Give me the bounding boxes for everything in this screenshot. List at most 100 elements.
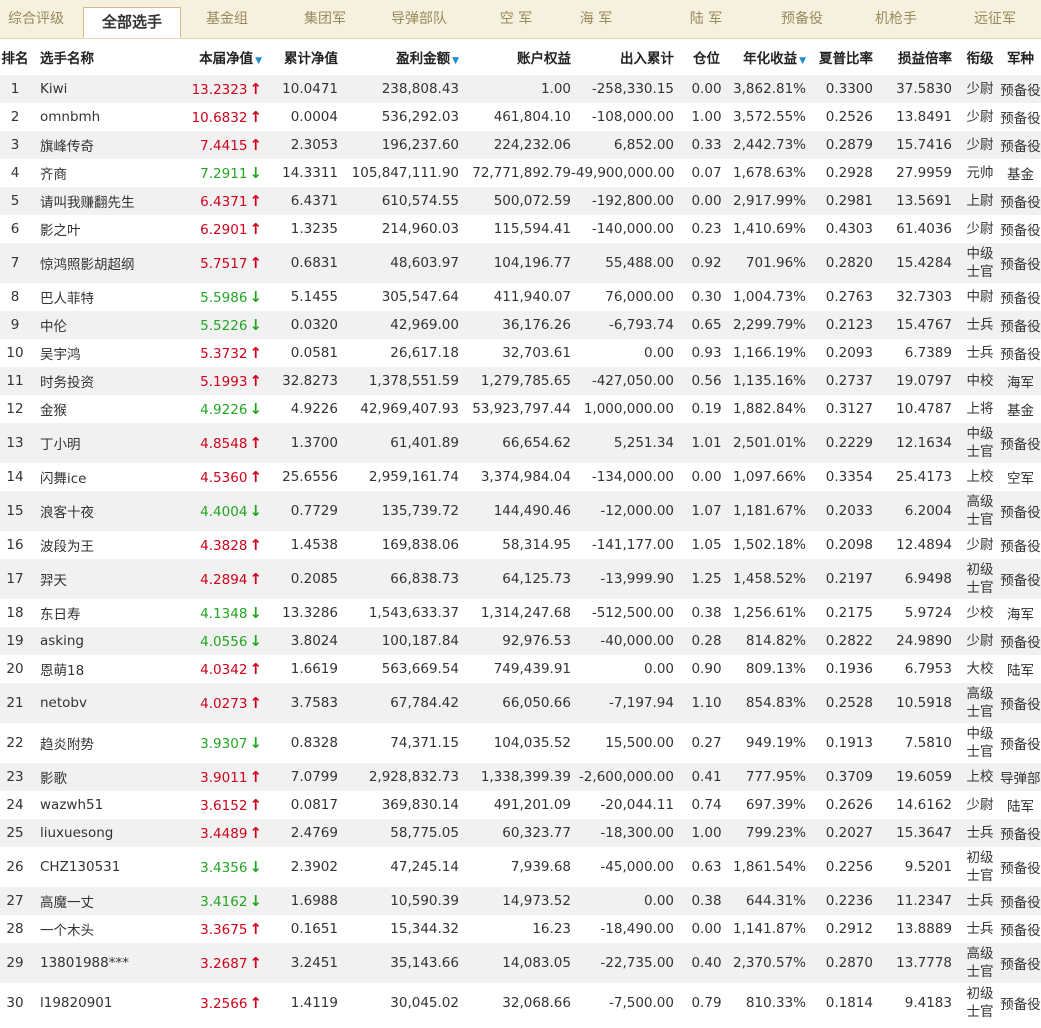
player-name-link[interactable]: 羿天 [40,573,67,589]
player-name-link[interactable]: netobv [40,695,87,711]
player-name-link[interactable]: CHZ130531 [40,859,120,875]
cell-sharpe: 0.3354 [808,463,883,491]
tab-6[interactable]: 空 军 [476,0,556,38]
player-name-link[interactable]: 趋炎附势 [40,737,94,753]
cell-annual: 1,141.87% [729,915,808,943]
arrow-up-icon: ↑ [249,954,262,972]
cell-branch: 预备役 [1000,215,1041,243]
player-name-link[interactable]: omnbmh [40,109,100,125]
player-name-link[interactable]: 时务投资 [40,375,94,391]
player-name-link[interactable]: 一个木头 [40,923,94,939]
cell-branch: 陆军 [1000,791,1041,819]
profit-cell: 58,775.05 [390,825,459,841]
cell-rank: 29 [0,943,30,983]
tab-4[interactable]: 集团军 [284,0,366,38]
sort-arrow-icon[interactable]: ▼ [452,56,459,66]
branch-cell: 预备役 [1000,635,1041,651]
flow-cell: 0.00 [643,661,674,677]
tab-3[interactable]: 基金组 [190,0,264,38]
cumulative-nav-cell: 0.6831 [290,255,338,271]
position-cell: 1.25 [691,571,722,587]
player-name-link[interactable]: liuxuesong [40,825,113,841]
profit-cell: 305,547.64 [381,289,459,305]
player-name-link[interactable]: 影之叶 [40,223,81,239]
column-header-label: 夏普比率 [819,51,873,67]
player-name-link[interactable]: l19820901 [40,995,112,1011]
sharpe-cell: 0.2098 [825,537,873,553]
cell-flow: -18,490.00 [571,915,684,943]
cell-profit: 58,775.05 [346,819,459,847]
cell-equity: 32,703.61 [459,339,571,367]
player-name-link[interactable]: 波段为王 [40,539,94,555]
pl-ratio-cell: 15.3647 [896,825,952,841]
column-header-1: 排名 [0,39,30,75]
annual-return-cell: 697.39% [745,797,806,813]
arrow-up-icon: ↑ [249,660,262,678]
cell-annual: 1,256.61% [729,599,808,627]
cell-rank: 14 [0,463,30,491]
cell-pl: 13.8491 [883,103,960,131]
tab-10[interactable]: 机枪手 [852,0,940,38]
tab-11[interactable]: 远征军 [950,0,1040,38]
cell-pl: 12.1634 [883,423,960,463]
tab-8[interactable]: 陆 军 [666,0,746,38]
cumulative-nav-cell: 5.1455 [290,289,338,305]
cell-sharpe: 0.1913 [808,723,883,763]
cell-pl: 32.7303 [883,283,960,311]
cell-annual: 1,861.54% [729,847,808,887]
flow-cell: -140,000.00 [591,221,674,237]
player-name-link[interactable]: 请叫我赚翻先生 [40,195,135,211]
sort-arrow-icon[interactable]: ▼ [255,56,262,66]
cell-sharpe: 0.2820 [808,243,883,283]
player-name-link[interactable]: 13801988*** [40,955,129,971]
tab-5[interactable]: 导弹部队 [371,0,467,38]
sharpe-cell: 0.2763 [825,289,873,305]
player-name-link[interactable]: 吴宇鸿 [40,347,81,363]
player-name-link[interactable]: 高魔一丈 [40,895,94,911]
tab-2[interactable]: 全部选手 [83,7,181,38]
player-name-link[interactable]: 齐商 [40,167,67,183]
player-name-link[interactable]: 中伦 [40,319,67,335]
player-name-link[interactable]: 旗峰传奇 [40,139,94,155]
rank-cell: 5 [10,193,20,209]
player-name-link[interactable]: asking [40,633,84,649]
nav-cell: 3.4356 [200,860,248,876]
rank-cell: 24 [6,797,24,813]
column-header-3[interactable]: 本届净值 ▼ [156,39,266,75]
player-name-link[interactable]: 影歌 [40,771,67,787]
cell-flow: -258,330.15 [571,75,684,103]
rank-cell: 29 [6,955,24,971]
cell-sharpe: 0.2526 [808,103,883,131]
cell-profit: 74,371.15 [346,723,459,763]
column-header-6: 账户权益 [459,39,571,75]
flow-cell: 76,000.00 [605,289,674,305]
position-cell: 0.07 [691,165,722,181]
cell-equity: 104,035.52 [459,723,571,763]
player-name-link[interactable]: 金猴 [40,403,67,419]
player-name-link[interactable]: wazwh51 [40,797,103,813]
tab-9[interactable]: 预备役 [757,0,847,38]
player-name-link[interactable]: 巴人菲特 [40,291,94,307]
column-header-13: 军种 [1000,39,1041,75]
player-name-link[interactable]: 丁小明 [40,437,81,453]
player-name-link[interactable]: 恩萌18 [40,663,84,679]
player-name-link[interactable]: 闪舞ice [40,471,86,487]
cell-profit: 15,344.32 [346,915,459,943]
column-header-5[interactable]: 盈利金额 ▼ [346,39,459,75]
tab-7[interactable]: 海 军 [556,0,636,38]
player-name-link[interactable]: Kiwi [40,81,67,97]
cell-rank: 22 [0,723,30,763]
equity-cell: 60,323.77 [502,825,571,841]
tab-1[interactable]: 综合评级 [0,0,72,38]
player-name-link[interactable]: 惊鸿照影胡超纲 [40,257,135,273]
sort-arrow-icon[interactable]: ▼ [799,56,806,66]
cell-equity: 14,973.52 [459,887,571,915]
pl-ratio-cell: 6.2004 [904,503,952,519]
cell-rank-title: 初级士官 [960,983,1000,1023]
player-name-link[interactable]: 东日寿 [40,607,81,623]
position-cell: 0.19 [691,401,722,417]
pl-ratio-cell: 32.7303 [896,289,952,305]
player-name-link[interactable]: 浪客十夜 [40,505,94,521]
equity-cell: 14,973.52 [502,893,571,909]
column-header-9[interactable]: 年化收益 ▼ [729,39,808,75]
